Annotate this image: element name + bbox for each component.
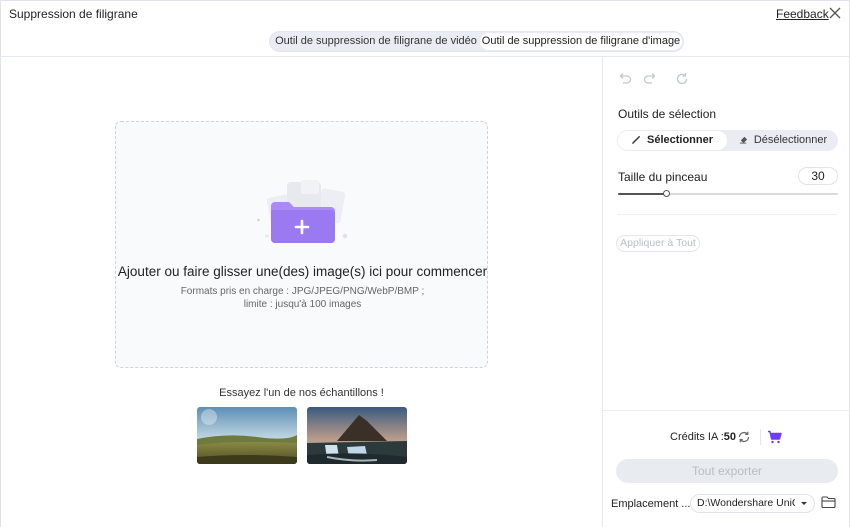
credits-label: Crédits IA : [670, 431, 724, 443]
location-label: Emplacement ... [611, 498, 691, 510]
redo-icon[interactable] [642, 71, 658, 87]
add-folder-icon [257, 180, 348, 243]
panel-separator [617, 214, 838, 215]
reset-icon[interactable] [674, 71, 690, 87]
tab-video-watermark[interactable]: Outil de suppression de filigrane de vid… [274, 33, 478, 50]
slider-thumb[interactable] [663, 190, 670, 197]
formats-line-1: Formats pris en charge : JPG/JPEG/PNG/We… [180, 286, 425, 297]
select-button[interactable]: Sélectionner [618, 131, 727, 150]
undo-icon[interactable] [617, 71, 633, 87]
brush-size-input[interactable]: 30 [798, 167, 838, 185]
dropzone-formats: Formats pris en charge : JPG/JPEG/PNG/We… [116, 285, 489, 311]
sample-mountain-waterfall[interactable] [307, 407, 407, 464]
credits-value: 50 [723, 431, 737, 443]
feedback-link[interactable]: Feedback [776, 7, 829, 21]
deselect-button[interactable]: Désélectionner [729, 131, 837, 150]
chevron-down-icon [801, 502, 807, 505]
credits-separator [760, 429, 761, 445]
eraser-icon [739, 136, 747, 144]
samples-title: Essayez l'un de nos échantillons ! [219, 387, 384, 399]
selection-tools-title: Outils de sélection [618, 107, 717, 121]
formats-line-2: limite : jusqu'à 100 images [243, 299, 362, 310]
folder-icon[interactable] [821, 495, 836, 509]
close-icon[interactable] [827, 5, 843, 21]
refresh-icon[interactable] [737, 430, 751, 444]
sample-landscape-meadow[interactable] [197, 407, 297, 464]
deselect-label: Désélectionner [753, 134, 828, 146]
mode-tabs: Outil de suppression de filigrane de vid… [269, 31, 684, 52]
cart-icon[interactable] [767, 430, 782, 444]
selection-toggle: Sélectionner Désélectionner [617, 130, 838, 151]
main-area: Ajouter ou faire glisser une(des) image(… [1, 57, 602, 527]
select-label: Sélectionner [646, 134, 714, 146]
apply-all-button[interactable]: Appliquer à Tout [616, 235, 700, 252]
ai-credits: Crédits IA :50 [670, 431, 736, 443]
slider-fill [618, 193, 666, 195]
panel-separator-bottom [603, 410, 849, 411]
brush-size-slider[interactable] [618, 190, 838, 197]
tool-panel: Outils de sélection Sélectionner Désélec… [603, 57, 849, 527]
location-dropdown[interactable]: D:\Wondershare UniConverter [690, 494, 815, 513]
title-bar: Suppression de filigrane Feedback [1, 1, 849, 27]
app-window: Suppression de filigrane Feedback Outil … [0, 0, 850, 527]
dropzone-title: Ajouter ou faire glisser une(des) image(… [117, 264, 488, 279]
tab-image-watermark[interactable]: Outil de suppression de filigrane d'imag… [480, 33, 682, 50]
image-dropzone[interactable]: Ajouter ou faire glisser une(des) image(… [115, 121, 488, 368]
location-value: D:\Wondershare UniConverter [697, 497, 795, 509]
brush-icon [632, 136, 640, 144]
export-all-button[interactable]: Tout exporter [616, 459, 838, 483]
brush-size-label: Taille du pinceau [618, 170, 708, 184]
app-title: Suppression de filigrane [9, 7, 138, 21]
